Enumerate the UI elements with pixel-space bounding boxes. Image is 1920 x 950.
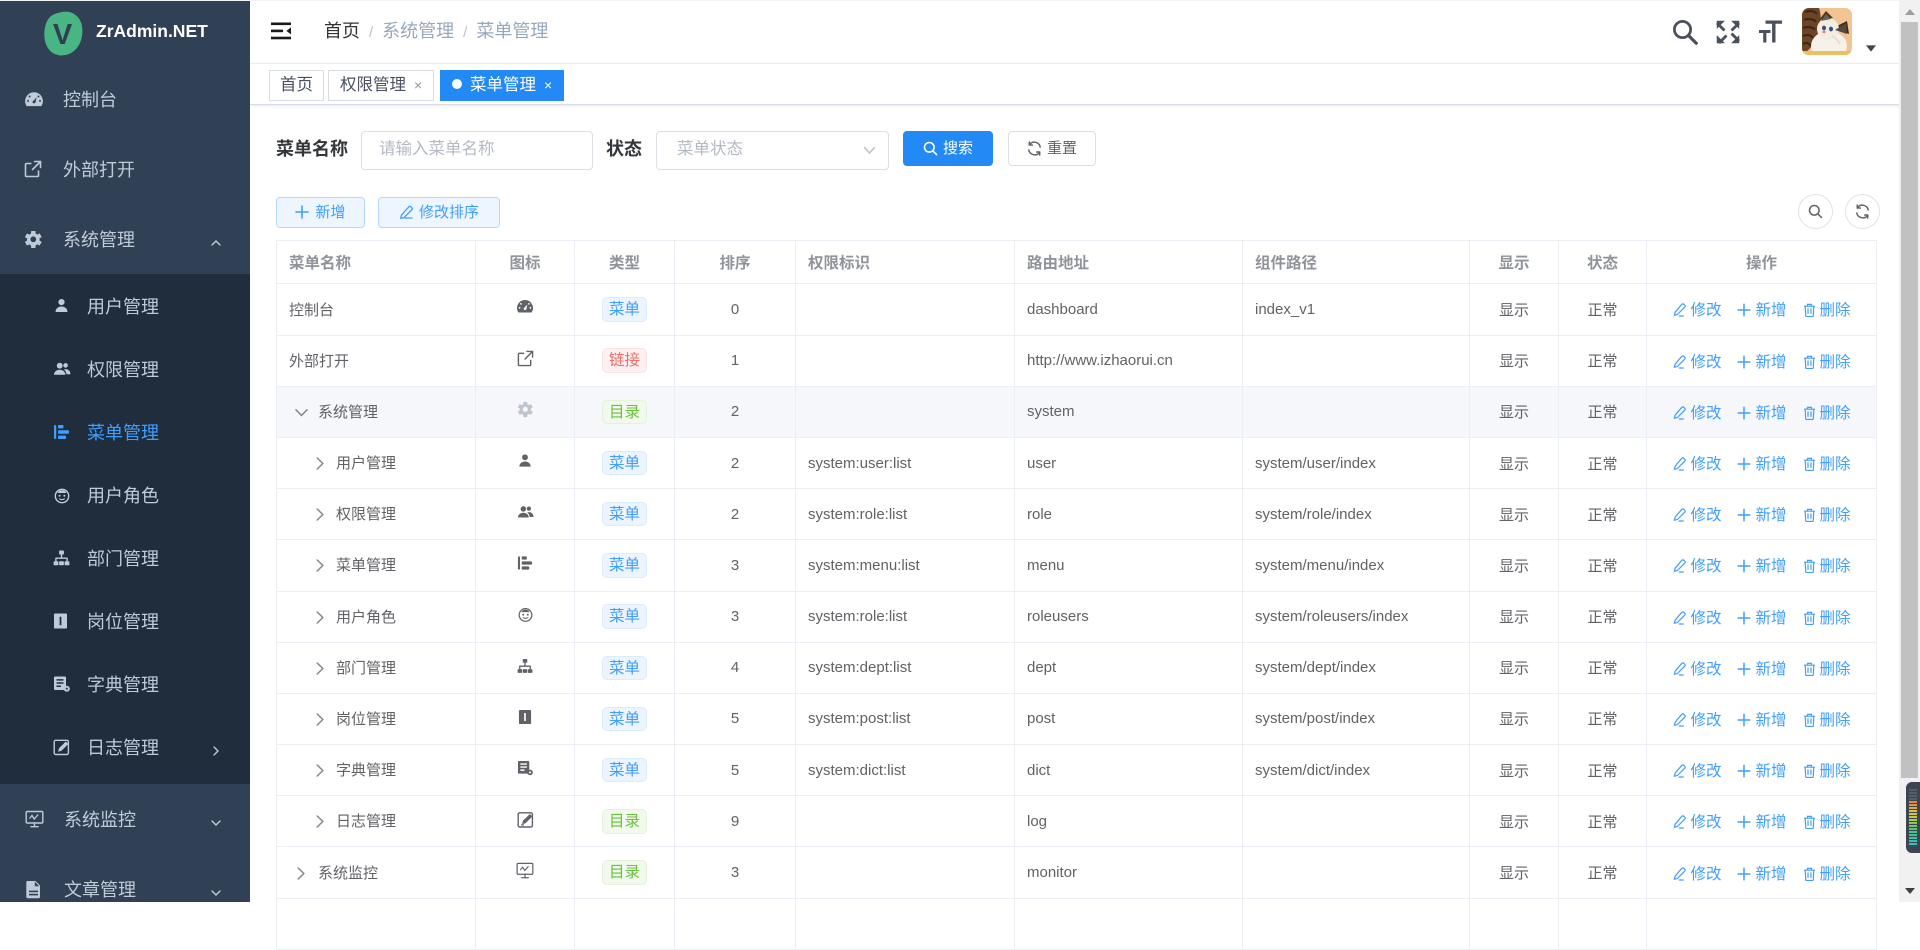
svg-text:V: V <box>53 19 73 51</box>
